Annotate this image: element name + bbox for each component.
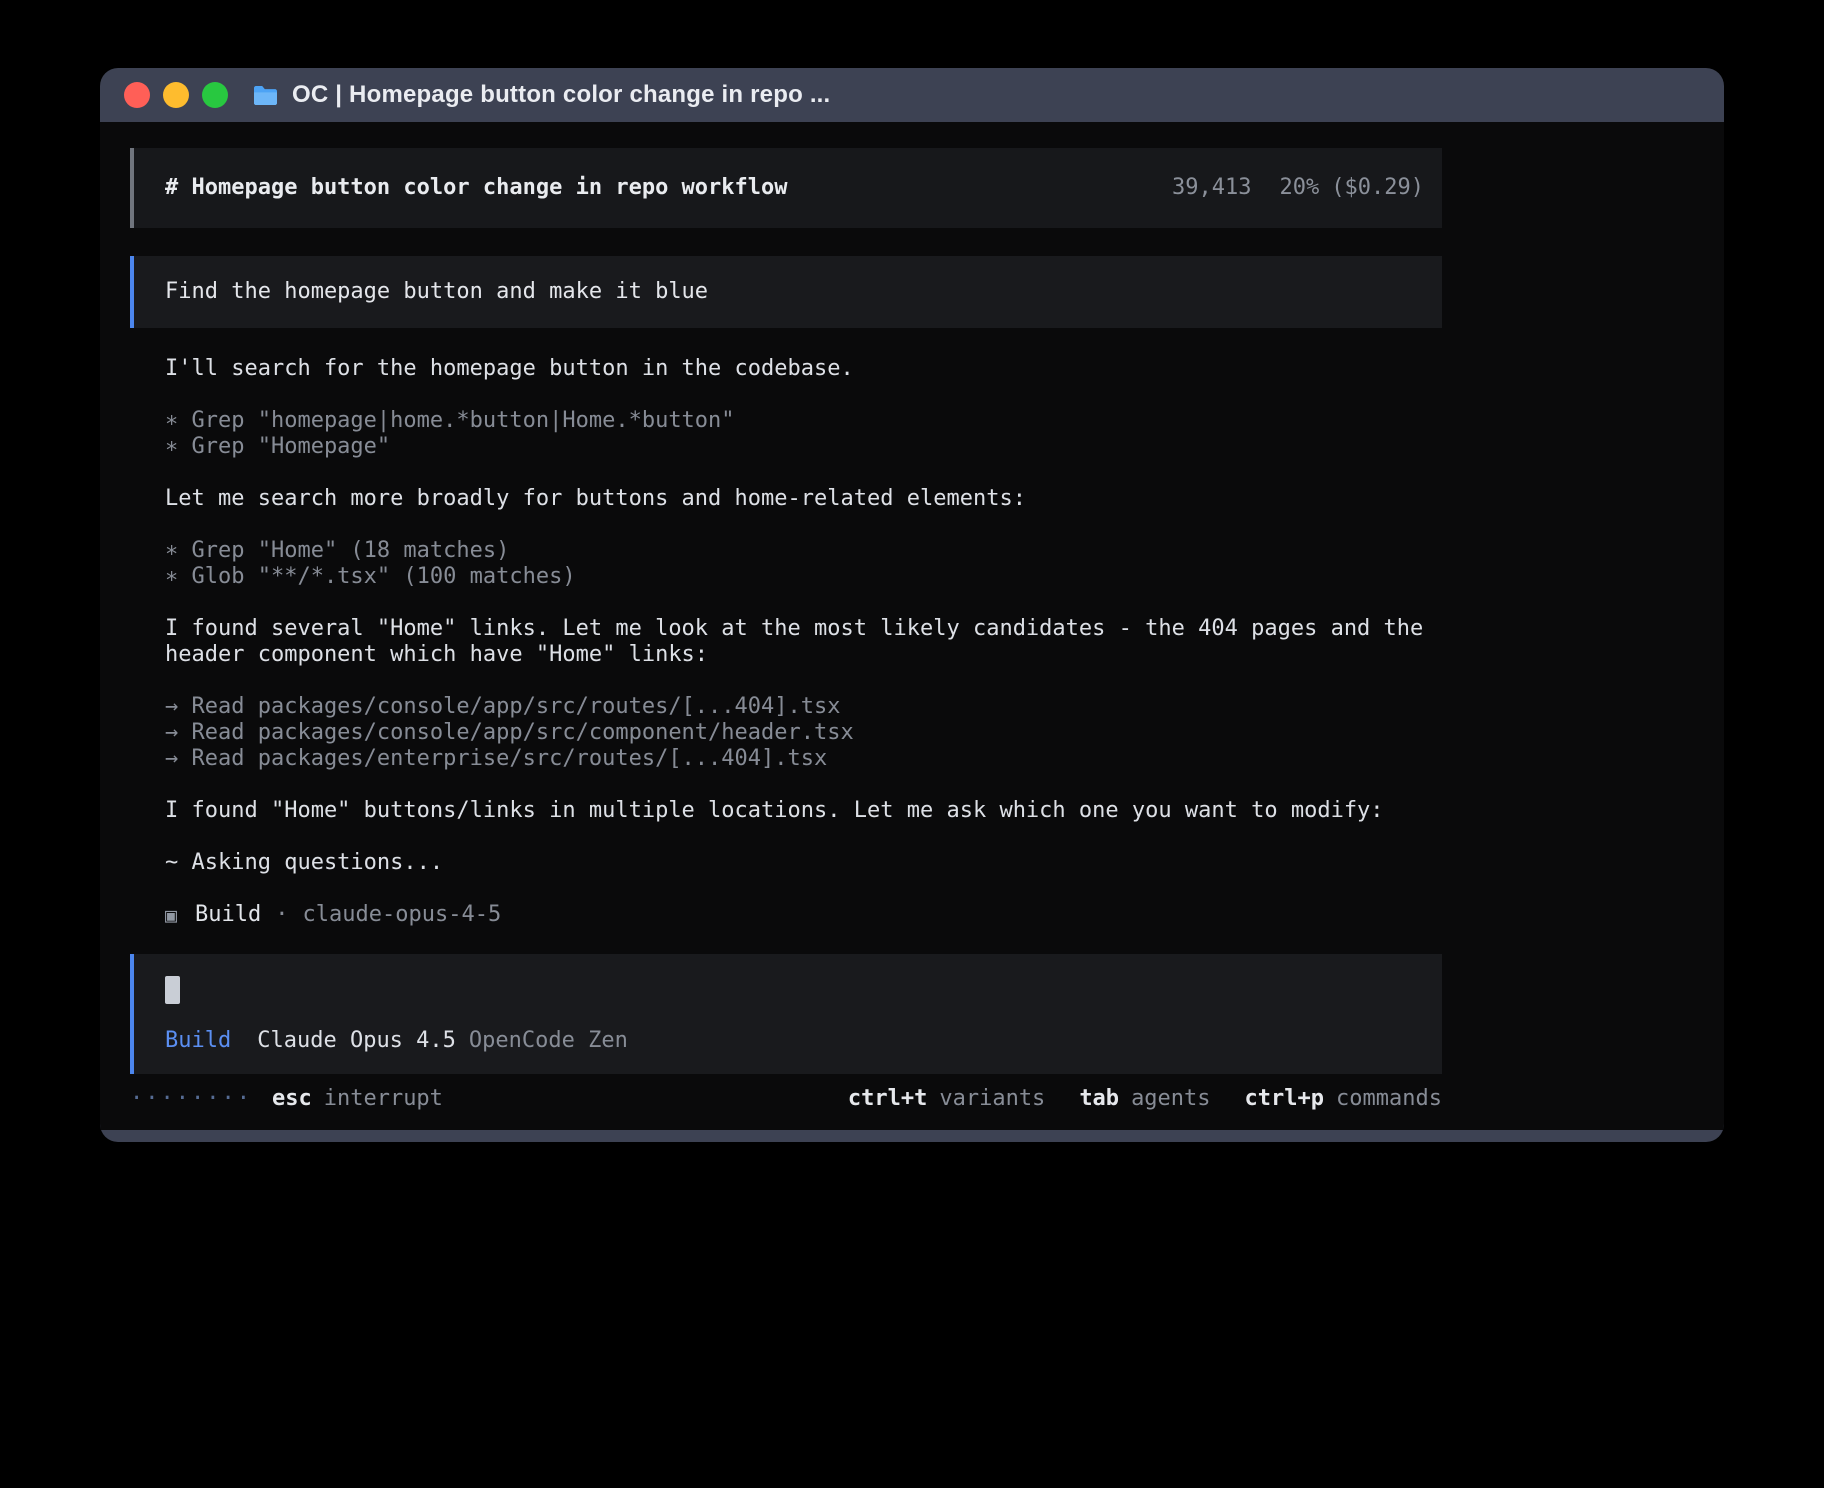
user-message-text: Find the homepage button and make it blu… <box>165 279 708 305</box>
statusbar-left: ········ esc interrupt <box>130 1086 443 1112</box>
assistant-text: Let me search more broadly for buttons a… <box>165 486 1442 512</box>
assistant-text: I found "Home" buttons/links in multiple… <box>165 798 1442 824</box>
status-line: ~ Asking questions... <box>165 850 1442 876</box>
agent-model: claude-opus-4-5 <box>303 902 502 928</box>
input-meta: Build Claude Opus 4.5 OpenCode Zen <box>165 1028 1442 1054</box>
tool-call: → Read packages/console/app/src/componen… <box>165 720 1442 746</box>
context-percent: 20% <box>1280 175 1320 201</box>
tool-call: ∗ Grep "homepage|home.*button|Home.*butt… <box>165 408 1442 434</box>
shortcut-commands: ctrl+p commands <box>1245 1086 1442 1112</box>
maximize-button[interactable] <box>202 82 228 108</box>
shortcut-key-esc: esc <box>272 1086 312 1112</box>
assistant-text: I'll search for the homepage button in t… <box>165 356 1442 382</box>
minimize-button[interactable] <box>163 82 189 108</box>
shortcut-label-variants: variants <box>939 1086 1045 1112</box>
tool-call-group: ∗ Grep "homepage|home.*button|Home.*butt… <box>165 408 1442 460</box>
session-header: # Homepage button color change in repo w… <box>130 148 1442 228</box>
shortcut-key-ctrl-t: ctrl+t <box>848 1086 927 1112</box>
session-cost: ($0.29) <box>1331 175 1424 201</box>
session-stats: 39,413 20% ($0.29) <box>1172 175 1424 201</box>
tool-call: ∗ Grep "Home" (18 matches) <box>165 538 1442 564</box>
provider-indicator: OpenCode Zen <box>469 1028 628 1054</box>
mode-indicator: Build <box>165 1028 231 1054</box>
agent-row: ▣ Build · claude-opus-4-5 <box>165 902 1442 928</box>
agent-icon: ▣ <box>165 902 177 928</box>
conversation: I'll search for the homepage button in t… <box>130 356 1442 928</box>
tool-call-group: ∗ Grep "Home" (18 matches) ∗ Glob "**/*.… <box>165 538 1442 590</box>
token-count: 39,413 <box>1172 175 1251 201</box>
agent-separator: · <box>275 902 288 928</box>
session-title: # Homepage button color change in repo w… <box>165 175 788 201</box>
window-title: OC | Homepage button color change in rep… <box>292 81 830 109</box>
traffic-lights <box>124 82 228 108</box>
shortcut-key-ctrl-p: ctrl+p <box>1245 1086 1324 1112</box>
assistant-text: I found several "Home" links. Let me loo… <box>165 616 1442 668</box>
shortcut-variants: ctrl+t variants <box>848 1086 1045 1112</box>
prompt-input[interactable]: Build Claude Opus 4.5 OpenCode Zen <box>130 954 1442 1074</box>
terminal-content: # Homepage button color change in repo w… <box>100 122 1724 1130</box>
statusbar: ········ esc interrupt ctrl+t variants t… <box>130 1086 1442 1112</box>
tool-call: → Read packages/enterprise/src/routes/[.… <box>165 746 1442 772</box>
agent-name: Build <box>195 902 261 928</box>
tool-call-group: → Read packages/console/app/src/routes/[… <box>165 694 1442 772</box>
shortcut-agents: tab agents <box>1079 1086 1210 1112</box>
statusbar-right: ctrl+t variants tab agents ctrl+p comman… <box>814 1086 1442 1112</box>
terminal-window: OC | Homepage button color change in rep… <box>100 68 1724 1142</box>
model-indicator: Claude Opus 4.5 <box>257 1028 456 1054</box>
close-button[interactable] <box>124 82 150 108</box>
user-message: Find the homepage button and make it blu… <box>130 256 1442 328</box>
tool-call: ∗ Glob "**/*.tsx" (100 matches) <box>165 564 1442 590</box>
progress-dots: ········ <box>130 1086 252 1112</box>
shortcut-label-commands: commands <box>1336 1086 1442 1112</box>
shortcut-label-interrupt: interrupt <box>324 1086 443 1112</box>
tool-call: ∗ Grep "Homepage" <box>165 434 1442 460</box>
text-cursor <box>165 976 180 1004</box>
shortcut-key-tab: tab <box>1079 1086 1119 1112</box>
titlebar: OC | Homepage button color change in rep… <box>100 68 1724 122</box>
tool-call: → Read packages/console/app/src/routes/[… <box>165 694 1442 720</box>
folder-icon <box>252 84 279 107</box>
shortcut-label-agents: agents <box>1131 1086 1210 1112</box>
